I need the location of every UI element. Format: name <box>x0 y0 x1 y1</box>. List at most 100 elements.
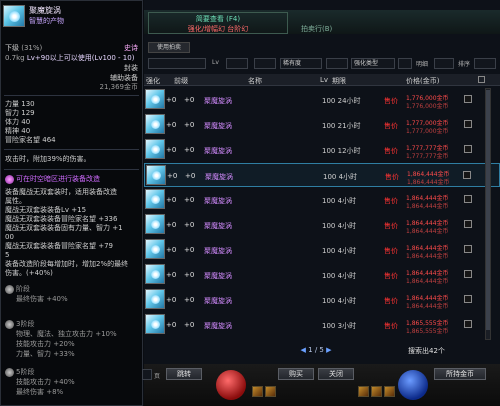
lv-max-input[interactable] <box>254 58 276 69</box>
row-checkbox[interactable] <box>464 245 472 253</box>
set-description: 装备魔战无双套装时，适用装备改造 属性。 魔战无双套装装备Lv +15 魔战无双… <box>5 188 129 277</box>
skill-slot[interactable] <box>265 386 276 397</box>
item-extra: 21,369金币 <box>99 83 139 91</box>
item-icon <box>145 139 165 159</box>
stage2: 3阶段 物理、魔法、独立攻击力 +10% 技能攻击力 +20% 力量、智力 +3… <box>5 319 138 359</box>
tooltip-header: 聚魔旋涡 智慧的产物 <box>3 5 64 27</box>
stage-icon <box>5 367 14 377</box>
skill-slot[interactable] <box>358 386 369 397</box>
row-total-price: 1,776,000金币 <box>406 103 449 110</box>
table-row[interactable]: +0 +0 聚魔旋涡 100 21小时 售价 1,777,000金币 1,777,000金币 <box>144 113 500 137</box>
item-icon <box>3 5 25 27</box>
row-reinforce: +0 <box>166 96 177 104</box>
skill-slot[interactable] <box>384 386 395 397</box>
jump-button[interactable]: 跳转 <box>166 368 202 380</box>
type-select[interactable] <box>326 58 348 69</box>
buy-button[interactable]: 购买 <box>278 368 314 380</box>
row-period: 100 4小时 <box>323 173 358 181</box>
stage1: 阶段 最终伤害 +40% <box>5 284 138 304</box>
row-checkbox[interactable] <box>464 95 472 103</box>
row-period: 100 4小时 <box>322 297 357 305</box>
item-icon <box>145 264 165 284</box>
row-checkbox[interactable] <box>464 195 472 203</box>
col-period[interactable]: 期限 <box>332 76 346 86</box>
row-reinforce: +0 <box>166 146 177 154</box>
row-checkbox[interactable] <box>464 145 472 153</box>
row-total-price: 1,777,777金币 <box>406 153 449 160</box>
search-name-input[interactable] <box>148 58 206 69</box>
row-sale-tag: 售价 <box>384 222 398 230</box>
grade-row: 下级 (31%) 史诗 <box>5 43 138 53</box>
row-prefix: +0 <box>184 296 195 304</box>
stage3: 5阶段 技能攻击力 +40% 最终伤害 +8% <box>5 367 138 397</box>
skill-slot[interactable] <box>371 386 382 397</box>
row-period: 100 4小时 <box>322 197 357 205</box>
table-header: 强化 前缀 名称 Lv 期限 价格(金币) <box>144 74 500 86</box>
col-name[interactable]: 名称 <box>248 76 262 86</box>
prev-page-icon[interactable]: ◀ <box>301 346 306 354</box>
reinforce-value-input[interactable] <box>398 58 412 69</box>
item-grade: 下级 <box>5 44 19 52</box>
stage-icon <box>5 284 14 294</box>
col-lv[interactable]: Lv <box>320 76 328 84</box>
row-checkbox[interactable] <box>464 270 472 278</box>
row-name: 聚魔旋涡 <box>204 197 232 205</box>
row-checkbox[interactable] <box>463 171 471 179</box>
row-checkbox[interactable] <box>464 320 472 328</box>
gold-held-button[interactable]: 所持金币 <box>434 368 486 380</box>
row-prefix: +0 <box>185 172 196 180</box>
row-reinforce: +0 <box>166 321 177 329</box>
header-checkbox[interactable] <box>478 76 485 83</box>
row-total-price: 1,864,444金币 <box>407 179 450 186</box>
lv-min-input[interactable] <box>226 58 248 69</box>
row-name: 聚魔旋涡 <box>204 247 232 255</box>
hp-orb <box>216 370 246 400</box>
close-button[interactable]: 关闭 <box>318 368 354 380</box>
row-checkbox[interactable] <box>464 120 472 128</box>
row-prefix: +0 <box>184 96 195 104</box>
divider <box>4 169 139 170</box>
row-name: 聚魔旋涡 <box>204 147 232 155</box>
item-grade-pct: (31%) <box>21 44 43 52</box>
sort-select[interactable] <box>474 58 496 69</box>
row-checkbox[interactable] <box>464 295 472 303</box>
row-prefix: +0 <box>184 121 195 129</box>
row-total-price: 1,864,444金币 <box>406 228 449 235</box>
row-period: 100 4小时 <box>322 272 357 280</box>
row-name: 聚魔旋涡 <box>204 322 232 330</box>
row-total-price: 1,864,444金币 <box>406 253 449 260</box>
use-auction-button[interactable]: 使用拍卖 <box>148 42 190 53</box>
skill-slot[interactable] <box>252 386 263 397</box>
col-prefix[interactable]: 前缀 <box>174 76 188 86</box>
col-price[interactable]: 价格(金币) <box>406 76 439 86</box>
table-row[interactable]: +0 +0 聚魔旋涡 100 4小时 售价 1,864,444金币 1,864,444金币 <box>144 213 500 237</box>
table-row[interactable]: +0 +0 聚魔旋涡 100 4小时 售价 1,864,444金币 1,864,444金币 <box>144 238 500 262</box>
row-reinforce: +0 <box>166 271 177 279</box>
row-period: 100 12小时 <box>322 147 361 155</box>
page-input[interactable] <box>142 369 152 380</box>
rarity-select[interactable]: 稀有度 <box>280 58 322 69</box>
auction-panel: 简要查看 (F4) 强化/增幅幻 台阶幻 拍卖行(B) 使用拍卖 Lv 稀有度 … <box>142 0 500 406</box>
tab-brief-view[interactable]: 简要查看 (F4) 强化/增幅幻 台阶幻 <box>148 12 288 34</box>
table-row[interactable]: +0 +0 聚魔旋涡 100 4小时 售价 1,864,444金币 1,864,444金币 <box>144 288 500 312</box>
row-sale-tag: 售价 <box>384 197 398 205</box>
next-page-icon[interactable]: ▶ <box>326 346 331 354</box>
item-icon <box>145 239 165 259</box>
detail-input[interactable] <box>434 58 454 69</box>
row-checkbox[interactable] <box>464 220 472 228</box>
table-row[interactable]: +0 +0 聚魔旋涡 100 3小时 售价 1,865,555金币 1,865,555金币 <box>144 313 500 337</box>
col-reinforce[interactable]: 强化 <box>146 76 160 86</box>
table-row[interactable]: +0 +0 聚魔旋涡 100 24小时 售价 1,776,000金币 1,776,000金币 <box>144 88 500 112</box>
item-icon <box>145 89 165 109</box>
item-rarity: 史诗 <box>124 44 138 52</box>
tab-auction[interactable]: 拍卖行(B) <box>301 24 332 34</box>
table-row[interactable]: +0 +0 聚魔旋涡 100 4小时 售价 1,864,444金币 1,864,444金币 <box>144 263 500 287</box>
item-icon <box>146 165 166 185</box>
reinforce-select[interactable]: 强化类型 <box>351 58 395 69</box>
table-row[interactable]: +0 +0 聚魔旋涡 100 4小时 售价 1,864,444金币 1,864,444金币 <box>144 163 500 187</box>
title-bar: 简要查看 (F4) 强化/增幅幻 台阶幻 拍卖行(B) <box>144 10 500 34</box>
scroll-thumb[interactable] <box>486 90 490 330</box>
row-reinforce: +0 <box>166 121 177 129</box>
table-row[interactable]: +0 +0 聚魔旋涡 100 12小时 售价 1,777,777金币 1,777,777金币 <box>144 138 500 162</box>
table-row[interactable]: +0 +0 聚魔旋涡 100 4小时 售价 1,864,444金币 1,864,444金币 <box>144 188 500 212</box>
